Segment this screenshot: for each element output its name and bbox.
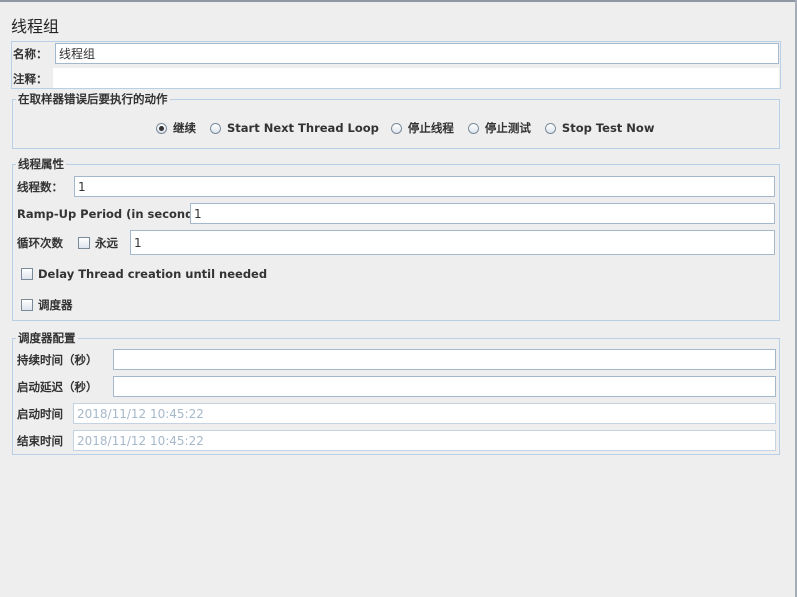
radio-stop-test[interactable]: 停止测试 [467,120,531,136]
startup-delay-input[interactable] [113,376,776,397]
radio-stop-test-indicator [467,122,479,134]
page-title: 线程组 [11,17,60,36]
delay-thread-creation-checkbox-box [21,268,33,280]
end-time-input[interactable] [73,430,776,451]
loop-count-label: 循环次数 [17,236,63,250]
radio-stop-test-now-label: Stop Test Now [561,121,655,135]
delay-thread-creation-checkbox[interactable]: Delay Thread creation until needed [21,266,267,282]
duration-label: 持续时间（秒） [17,353,98,367]
end-time-label: 结束时间 [17,434,63,448]
radio-start-next-thread-loop-label: Start Next Thread Loop [227,121,379,135]
radio-start-next-thread-loop[interactable]: Start Next Thread Loop [210,121,379,135]
scheduler-checkbox[interactable]: 调度器 [21,297,73,313]
name-input[interactable] [55,43,779,64]
num-threads-input[interactable] [74,176,775,197]
rampup-input[interactable] [190,203,775,224]
forever-label: 永远 [95,236,118,250]
num-threads-label: 线程数： [17,180,63,194]
radio-stop-thread-label: 停止线程 [407,121,454,135]
rampup-label: Ramp-Up Period (in seconds): [17,207,211,221]
scheduler-label: 调度器 [38,298,73,312]
radio-stop-test-now-indicator [544,122,556,134]
start-time-input[interactable] [73,403,776,424]
thread-properties-legend: 线程属性 [16,157,66,171]
loop-count-input[interactable] [130,230,775,255]
sampler-error-legend: 在取样器错误后要执行的动作 [16,92,170,106]
forever-checkbox[interactable]: 永远 [78,235,118,251]
radio-continue-indicator [156,122,167,134]
start-time-label: 启动时间 [17,407,63,421]
name-label: 名称： [13,47,48,61]
radio-stop-test-now[interactable]: Stop Test Now [544,121,655,135]
radio-continue-label: 继续 [173,121,196,135]
window-top-border [0,0,797,2]
radio-start-next-thread-loop-indicator [210,122,221,134]
scheduler-config-legend: 调度器配置 [16,331,78,345]
comment-input[interactable] [53,68,779,88]
radio-continue[interactable]: 继续 [156,120,196,136]
duration-input[interactable] [113,349,776,370]
startup-delay-label: 启动延迟（秒） [17,380,98,394]
comment-label: 注释： [13,72,48,86]
radio-stop-thread[interactable]: 停止线程 [390,120,454,136]
sampler-error-radio-group: 继续 Start Next Thread Loop 停止线程 停止测试 Stop… [156,120,654,136]
radio-stop-test-label: 停止测试 [484,121,531,135]
scheduler-checkbox-box [21,299,33,311]
radio-stop-thread-indicator [390,122,402,134]
delay-thread-creation-label: Delay Thread creation until needed [38,267,268,281]
forever-checkbox-box [78,237,90,249]
